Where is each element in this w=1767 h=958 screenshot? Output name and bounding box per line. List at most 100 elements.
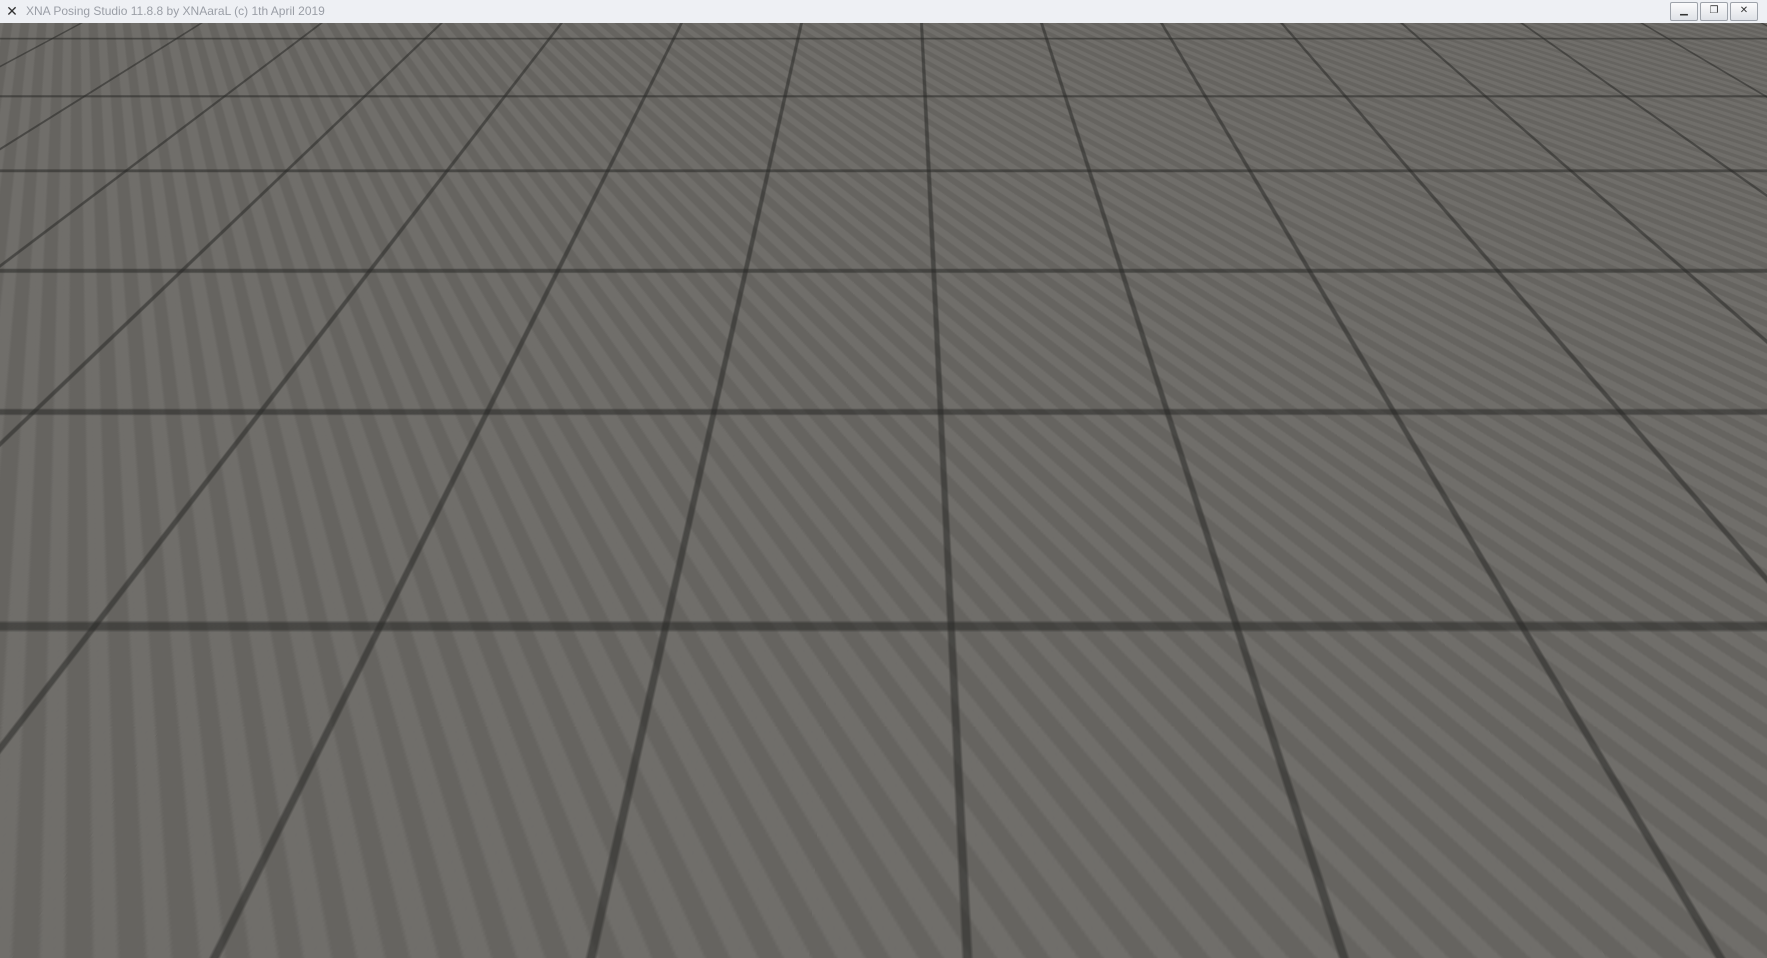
tree-connector	[85, 538, 109, 539]
lock-button[interactable]: Lock	[118, 426, 158, 453]
chevron-down-icon[interactable]: ▼	[397, 841, 413, 858]
chevron-down-icon[interactable]: ▼	[448, 349, 464, 366]
height-slider-thumb[interactable]	[604, 668, 624, 677]
z-reset-button[interactable]: 0	[556, 735, 590, 761]
tree-item[interactable]: Bip01 Finger2.R	[113, 754, 203, 768]
show-button[interactable]: Show	[72, 426, 114, 453]
puzzle-icon[interactable]: ✦	[1597, 814, 1617, 834]
search-icon[interactable]: ⚲	[1597, 854, 1617, 874]
smiley-icon[interactable]: ☺	[1557, 894, 1577, 914]
bone-tree[interactable]: − Bip01 Bip01 Calf.L Bip01 Calf.R Bip01 Cl…	[72, 463, 468, 828]
tree-item[interactable]: Bip01 Finger11.R	[113, 690, 209, 704]
z-axis-slider-thumb[interactable]	[563, 538, 583, 547]
tree-scrollbar[interactable]: ▲ ▼	[449, 464, 467, 827]
menu-help[interactable]: Help	[623, 321, 649, 335]
menu-config[interactable]: Config	[243, 321, 278, 335]
tree-item[interactable]: Bip01 Finger1.L	[113, 642, 201, 656]
tree-item[interactable]: Bip01 Finger11.L	[113, 674, 207, 688]
plane-icon[interactable]: ✈	[1597, 894, 1617, 914]
menu-file[interactable]: File	[74, 321, 93, 335]
restore-icon[interactable]: ❐	[588, 295, 616, 313]
camera-pivot-select[interactable]: ▼	[153, 839, 415, 860]
tree-connector	[85, 586, 109, 587]
floppy-icon[interactable]: ▣	[1517, 854, 1537, 874]
tree-item[interactable]: Bip01 Finger2.L	[113, 738, 201, 752]
scroll-thumb[interactable]	[452, 482, 464, 592]
y-axis-label: Y axis	[520, 344, 559, 359]
tree-connector	[85, 618, 109, 619]
tree-item[interactable]: Bip01 Finger01.L	[113, 578, 208, 592]
flame-icon[interactable]: ♦	[1557, 854, 1577, 874]
globe-icon[interactable]: ◉	[1557, 934, 1577, 954]
pos-lock-button[interactable]: Lock	[390, 372, 429, 396]
y-axis-slider-thumb[interactable]	[522, 538, 542, 547]
tree-item[interactable]: Bip01 Finger21.R	[113, 786, 210, 800]
firefox-icon[interactable]: ✺	[1637, 854, 1657, 874]
tree-item[interactable]: Bip01 Finger12.R	[113, 722, 210, 736]
pos-input[interactable]: 0.0; 0.0; 0.0	[116, 373, 384, 393]
reset-bone-button[interactable]: Reset selected bone	[480, 796, 644, 823]
scroll-up-icon[interactable]: ▲	[453, 466, 462, 476]
tree-item[interactable]: Bip01 Finger01.R	[113, 594, 210, 608]
minimize-icon[interactable]: ▁	[1670, 2, 1698, 21]
camera-pivot-lock-button[interactable]: Lock	[425, 838, 466, 862]
tree-item[interactable]: Bip01 Finger12.L	[113, 706, 208, 720]
tree-item[interactable]: Bip01 Calf.L	[113, 482, 181, 496]
menu-modify[interactable]: Modify	[408, 321, 443, 335]
tree-item[interactable]: Bip01 Finger02.L	[113, 610, 208, 624]
control-window-titlebar[interactable]: Control Window ▁ ❐ ✕	[60, 291, 661, 316]
tree-connector	[85, 794, 109, 795]
model-select[interactable]: HGEC BODY ▼	[116, 347, 466, 368]
arrow-icon[interactable]: ⇱	[1517, 814, 1537, 834]
tree-connector	[85, 682, 109, 683]
scale-input[interactable]: 1.0	[116, 400, 416, 420]
height-reset-button[interactable]: 0	[597, 735, 631, 761]
pos-reset-button[interactable]: 0	[433, 372, 466, 396]
menu-options[interactable]: Options	[187, 321, 228, 335]
tree-connector	[85, 698, 109, 699]
scale-reset-button[interactable]: 1	[426, 398, 466, 422]
tree-item[interactable]: Bip01 Finger02.R	[113, 626, 210, 640]
tree-root[interactable]: Bip01	[93, 465, 126, 480]
height-value-input[interactable]: 0.00	[594, 768, 642, 788]
pen-icon[interactable]: ✎	[1557, 814, 1577, 834]
tree-connector	[85, 730, 109, 731]
menu-window[interactable]: Window	[348, 321, 391, 335]
shield-icon[interactable]: ⛨	[1637, 814, 1657, 834]
y-reset-button[interactable]: 0	[515, 735, 549, 761]
feather-icon[interactable]: ✒	[1637, 894, 1657, 914]
window-icon[interactable]: ▤	[1517, 894, 1537, 914]
x-axis-slider-thumb[interactable]	[481, 538, 501, 547]
drive-icon[interactable]: ▲	[1597, 934, 1617, 954]
model-select-value: HGEC BODY	[119, 350, 197, 365]
x-reset-button[interactable]: 0	[473, 735, 507, 761]
toolbox-icon[interactable]: ◈	[1517, 934, 1537, 954]
height-slider[interactable]	[611, 371, 615, 713]
menu-commands[interactable]: Commands	[108, 321, 169, 335]
y-value-input[interactable]: 0.0	[512, 768, 552, 788]
scroll-down-icon[interactable]: ▼	[453, 815, 462, 825]
x-value-input[interactable]: 0.0	[471, 768, 511, 788]
menu-shader[interactable]: Shader	[296, 321, 335, 335]
model-label: Model:	[72, 349, 111, 364]
tree-item[interactable]: Bip01 Calf.R	[113, 498, 183, 512]
tree-item[interactable]: Bip01 Clavicle.R	[113, 530, 205, 544]
tree-item[interactable]: Bip01 Finger1.R	[113, 658, 203, 672]
mode-button[interactable]: Mode: Rotate	[480, 829, 644, 857]
close-icon[interactable]: ✕	[1730, 2, 1758, 21]
tree-item[interactable]: Bip01 Finger0.L	[113, 546, 201, 560]
tree-connector	[85, 522, 109, 523]
tree-item[interactable]: Bip01 Finger21.L	[113, 770, 208, 784]
tree-item[interactable]: Bip01 Finger0.R	[113, 562, 203, 576]
look-into-cam-button[interactable]: Look into cam	[364, 426, 466, 453]
height-label: Height	[604, 344, 642, 359]
close-icon[interactable]: ✕	[620, 295, 648, 313]
tree-connector	[85, 570, 109, 571]
minimize-icon[interactable]: ▁	[557, 295, 585, 313]
restore-icon[interactable]: ❐	[1700, 2, 1728, 21]
control-window-title: Control Window	[66, 297, 151, 311]
tree-item[interactable]: Bip01 Clavicle.L	[113, 514, 203, 528]
z-value-input[interactable]: 0.0	[553, 768, 593, 788]
collapse-icon[interactable]: −	[78, 468, 89, 479]
tree-connector	[85, 666, 109, 667]
